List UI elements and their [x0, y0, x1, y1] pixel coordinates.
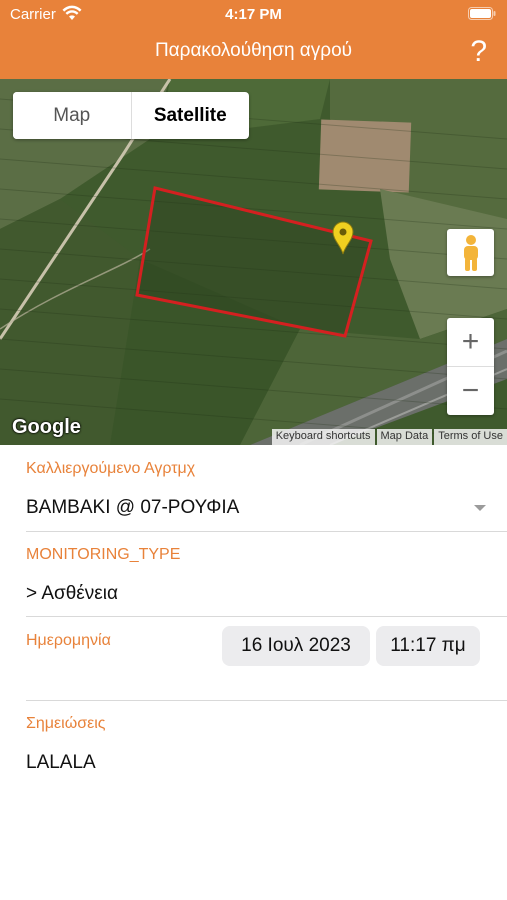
location-marker-icon[interactable]: [331, 220, 355, 256]
divider: [26, 616, 507, 617]
battery-icon: [468, 7, 496, 20]
status-bar: Carrier 4:17 PM: [0, 0, 507, 28]
zoom-out-button[interactable]: −: [447, 367, 494, 415]
map-data-link[interactable]: Map Data: [376, 429, 433, 445]
keyboard-shortcuts-link[interactable]: Keyboard shortcuts: [271, 429, 375, 445]
monitoring-type-label: MONITORING_TYPE: [26, 546, 181, 563]
date-picker[interactable]: 16 Ιουλ 2023: [222, 626, 370, 666]
field-select[interactable]: ΒΑΜΒΑΚΙ @ 07-ΡΟΥΦΙΑ: [26, 497, 447, 519]
zoom-controls: + −: [447, 318, 494, 415]
status-time: 4:17 PM: [225, 6, 282, 23]
page-title: Παρακολούθηση αγρού: [154, 40, 353, 61]
divider: [26, 531, 507, 532]
monitoring-type-value[interactable]: > Ασθένεια: [26, 583, 118, 605]
google-logo: Google: [12, 416, 81, 438]
zoom-in-button[interactable]: +: [447, 318, 494, 367]
help-button[interactable]: ?: [470, 34, 487, 70]
map-type-toggle: Map Satellite: [13, 92, 249, 139]
chevron-down-icon[interactable]: [474, 505, 486, 511]
time-picker[interactable]: 11:17 πμ: [376, 626, 480, 666]
notes-label: Σημειώσεις: [26, 715, 106, 732]
street-view-button[interactable]: [447, 229, 494, 276]
map-type-map[interactable]: Map: [13, 92, 131, 139]
divider: [26, 700, 507, 701]
pegman-icon: [463, 234, 478, 271]
terms-of-use-link[interactable]: Terms of Use: [434, 429, 507, 445]
map-type-satellite[interactable]: Satellite: [130, 92, 250, 139]
notes-field[interactable]: LALALA: [26, 752, 96, 774]
top-bar: Carrier 4:17 PM Παρακολούθηση αγρού ?: [0, 0, 507, 79]
map-attribution: Keyboard shortcuts Map Data Terms of Use: [270, 429, 507, 445]
date-label: Ημερομηνία: [26, 632, 111, 649]
field-label: Καλλιεργούμενο Αγρτμχ: [26, 460, 196, 477]
